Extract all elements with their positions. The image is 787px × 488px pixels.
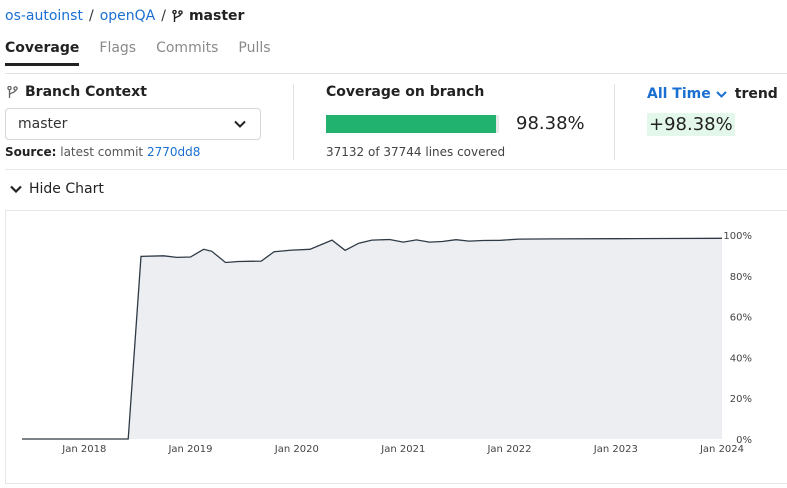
x-tick-label: Jan 2023: [593, 444, 638, 455]
hide-chart-label: Hide Chart: [29, 181, 104, 197]
git-branch-icon: [7, 85, 18, 99]
y-tick-label: 80%: [730, 272, 752, 283]
x-tick-label: Jan 2024: [699, 444, 744, 455]
coverage-title: Coverage on branch: [326, 84, 485, 100]
tab-commits[interactable]: Commits: [156, 40, 218, 66]
source-text: latest commit: [60, 145, 144, 159]
trend-label: trend: [734, 86, 778, 102]
coverage-tabs: Coverage Flags Commits Pulls: [5, 40, 291, 66]
header-divider: [5, 169, 787, 170]
breadcrumb-owner-link[interactable]: os-autoinst: [5, 8, 83, 24]
x-tick-label: Jan 2021: [380, 444, 425, 455]
x-tick-label: Jan 2019: [167, 444, 212, 455]
breadcrumb: os-autoinst / openQA / master: [5, 6, 244, 26]
breadcrumb-repo-link[interactable]: openQA: [100, 8, 156, 24]
branch-select[interactable]: master: [5, 108, 261, 140]
commit-link[interactable]: 2770dd8: [147, 145, 200, 159]
tab-coverage[interactable]: Coverage: [5, 40, 80, 66]
tabs-divider: [5, 73, 787, 74]
branch-context-label: Branch Context: [25, 84, 147, 100]
coverage-percent: 98.38%: [516, 113, 585, 134]
coverage-chart: 0% 20% 40% 60% 80% 100% Jan 2018 Jan 2019 Jan 2…: [5, 210, 787, 484]
source-info: Source: latest commit 2770dd8: [5, 145, 200, 159]
coverage-progress-fill: [326, 115, 497, 133]
trend-value: +98.38%: [647, 113, 735, 136]
coverage-area: [22, 238, 722, 439]
y-tick-label: 20%: [730, 394, 752, 405]
section-divider: [293, 84, 294, 160]
breadcrumb-separator: /: [161, 8, 166, 24]
coverage-chart-svg: 0%20%40%60%80%100% Jan 2018 Jan 2019 Jan 2…: [22, 231, 752, 455]
trend-range-dropdown[interactable]: All Time: [647, 86, 727, 102]
trend-range-label: All Time: [647, 86, 711, 102]
branch-context-title: Branch Context: [7, 84, 147, 100]
tab-pulls[interactable]: Pulls: [238, 40, 270, 66]
y-tick-label: 100%: [723, 231, 752, 242]
x-tick-label: Jan 2018: [61, 444, 106, 455]
hide-chart-toggle[interactable]: Hide Chart: [10, 181, 104, 197]
y-tick-label: 40%: [730, 353, 752, 364]
chevron-down-icon: [716, 90, 727, 98]
tab-flags[interactable]: Flags: [99, 40, 136, 66]
section-divider: [614, 84, 615, 160]
branch-select-value: master: [18, 116, 68, 132]
x-tick-label: Jan 2020: [274, 444, 319, 455]
y-tick-label: 60%: [730, 313, 752, 324]
breadcrumb-separator: /: [88, 8, 94, 24]
chevron-down-icon: [10, 185, 22, 193]
chevron-down-icon: [234, 116, 246, 132]
coverage-progress-bar: [326, 115, 499, 133]
coverage-lines: 37132 of 37744 lines covered: [326, 145, 506, 159]
source-label: Source:: [5, 145, 57, 159]
git-branch-icon: [172, 9, 183, 23]
breadcrumb-branch: master: [188, 8, 245, 24]
x-tick-label: Jan 2022: [486, 444, 531, 455]
trend-header: All Time trend: [647, 86, 778, 102]
